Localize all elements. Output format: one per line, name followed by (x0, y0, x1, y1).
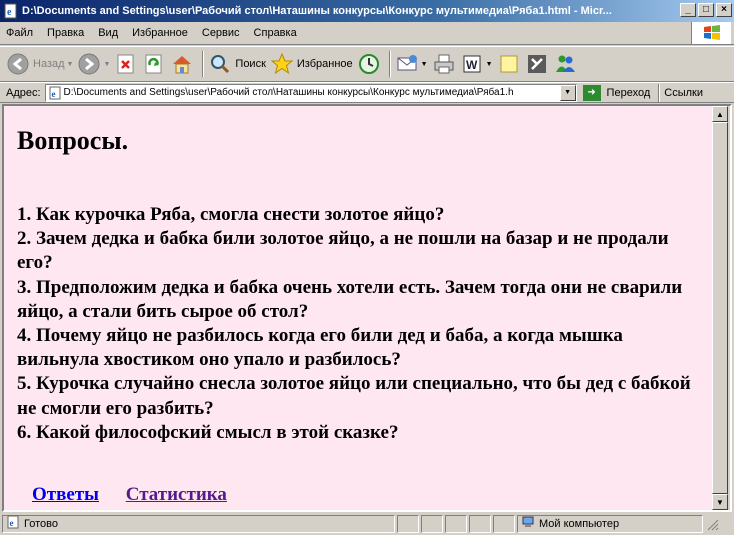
menu-favorites[interactable]: Избранное (132, 27, 188, 39)
edit-button[interactable]: W ▼ (460, 49, 493, 79)
question-item: 6. Какой философский смысл в этой сказке… (17, 421, 399, 443)
computer-icon (521, 515, 535, 532)
ie-page-icon: e (3, 3, 19, 19)
address-text: D:\Documents and Settings\user\Рабочий с… (63, 87, 514, 98)
messenger-button[interactable] (553, 49, 577, 79)
scroll-up-button[interactable]: ▲ (712, 106, 728, 122)
questions-list: 1. Как курочка Ряба, смогла снести золот… (17, 203, 707, 445)
menu-file[interactable]: Файл (6, 27, 33, 39)
page-content: Вопросы. 1. Как курочка Ряба, смогла сне… (4, 106, 712, 510)
question-item: 2. Зачем дедка и бабка били золотое яйцо… (17, 228, 669, 274)
status-pane (397, 514, 419, 533)
status-bar: e Готово Мой компьютер (0, 512, 734, 535)
mail-dropdown-icon[interactable]: ▼ (421, 61, 428, 68)
resize-grip-icon[interactable] (705, 517, 719, 531)
links-button[interactable]: Ссылки (664, 87, 703, 99)
svg-text:e: e (10, 518, 14, 528)
stop-button[interactable] (114, 49, 138, 79)
mail-button[interactable]: ▼ (395, 49, 428, 79)
menu-view[interactable]: Вид (98, 27, 118, 39)
svg-text:W: W (466, 58, 478, 72)
refresh-button[interactable] (142, 49, 166, 79)
go-arrow-icon: ➜ (582, 84, 601, 101)
question-item: 5. Курочка случайно снесла золотое яйцо … (17, 373, 691, 419)
search-label: Поиск (235, 58, 266, 70)
go-label: Переход (606, 86, 651, 99)
question-item: 3. Предположим дедка и бабка очень хотел… (17, 276, 683, 322)
print-button[interactable] (432, 49, 456, 79)
status-page-icon: e (6, 515, 20, 532)
vertical-scrollbar[interactable]: ▲ ▼ (712, 106, 728, 510)
go-button[interactable]: ➜ Переход (582, 84, 651, 101)
title-bar[interactable]: e D:\Documents and Settings\user\Рабочий… (0, 0, 734, 22)
status-text: Готово (24, 517, 58, 530)
address-label: Адрес: (6, 86, 41, 99)
page-links: Ответы Статистика (32, 484, 249, 506)
research-button[interactable] (525, 49, 549, 79)
mail-icon (395, 52, 419, 76)
status-zone-pane: Мой компьютер (517, 514, 703, 533)
discuss-button[interactable] (497, 49, 521, 79)
question-item: 1. Как курочка Ряба, смогла снести золот… (17, 204, 445, 225)
address-input[interactable]: e D:\Documents and Settings\user\Рабочий… (44, 83, 577, 102)
edit-dropdown-icon[interactable]: ▼ (486, 61, 493, 68)
home-button[interactable] (170, 49, 194, 79)
zone-text: Мой компьютер (539, 517, 620, 530)
refresh-icon (142, 52, 166, 76)
status-pane (469, 514, 491, 533)
research-icon (525, 52, 549, 76)
favorites-button[interactable]: Избранное (270, 49, 353, 79)
standard-toolbar: Назад ▼ ▼ Поиск Избранное ▼ W ▼ (0, 46, 734, 82)
minimize-button[interactable]: _ (680, 3, 696, 17)
back-dropdown-icon[interactable]: ▼ (67, 61, 74, 68)
star-icon (270, 52, 294, 76)
history-button[interactable] (357, 49, 381, 79)
toolbar-separator (202, 51, 205, 77)
status-main-pane: e Готово (2, 514, 395, 533)
favorites-label: Избранное (296, 58, 353, 70)
windows-logo-icon (691, 22, 731, 44)
note-icon (497, 52, 521, 76)
status-pane (421, 514, 443, 533)
forward-button[interactable]: ▼ (77, 49, 110, 79)
scroll-thumb[interactable] (712, 122, 728, 494)
word-edit-icon: W (460, 52, 484, 76)
scroll-down-button[interactable]: ▼ (712, 494, 728, 510)
window-title: D:\Documents and Settings\user\Рабочий с… (22, 5, 612, 17)
menu-help[interactable]: Справка (254, 27, 297, 39)
home-icon (170, 52, 194, 76)
toolbar-separator (388, 51, 391, 77)
question-item: 4. Почему яйцо не разбилось когда его би… (17, 325, 623, 371)
maximize-button[interactable]: □ (698, 3, 714, 17)
status-pane (493, 514, 515, 533)
printer-icon (432, 52, 456, 76)
close-button[interactable]: × (716, 3, 732, 17)
menu-tools[interactable]: Сервис (202, 27, 240, 39)
menu-bar: Файл Правка Вид Избранное Сервис Справка (0, 22, 734, 45)
search-button[interactable]: Поиск (208, 49, 266, 79)
links-separator (658, 83, 661, 102)
forward-dropdown-icon[interactable]: ▼ (103, 61, 110, 68)
statistics-link[interactable]: Статистика (126, 484, 227, 505)
stop-icon (114, 52, 138, 76)
svg-text:e: e (7, 7, 12, 18)
page-heading: Вопросы. (17, 126, 129, 155)
back-button[interactable]: Назад ▼ (6, 49, 73, 79)
status-pane (445, 514, 467, 533)
answers-link[interactable]: Ответы (32, 484, 99, 505)
forward-arrow-icon (77, 52, 101, 76)
address-bar: Адрес: e D:\Documents and Settings\user\… (0, 82, 734, 103)
back-arrow-icon (6, 52, 30, 76)
back-label: Назад (33, 58, 65, 70)
page-icon: e (48, 86, 62, 100)
menu-edit[interactable]: Правка (47, 27, 84, 39)
messenger-icon (553, 52, 577, 76)
address-dropdown-icon[interactable]: ▼ (559, 84, 576, 101)
svg-text:e: e (51, 89, 55, 99)
history-clock-icon (357, 52, 381, 76)
search-icon (208, 52, 232, 76)
